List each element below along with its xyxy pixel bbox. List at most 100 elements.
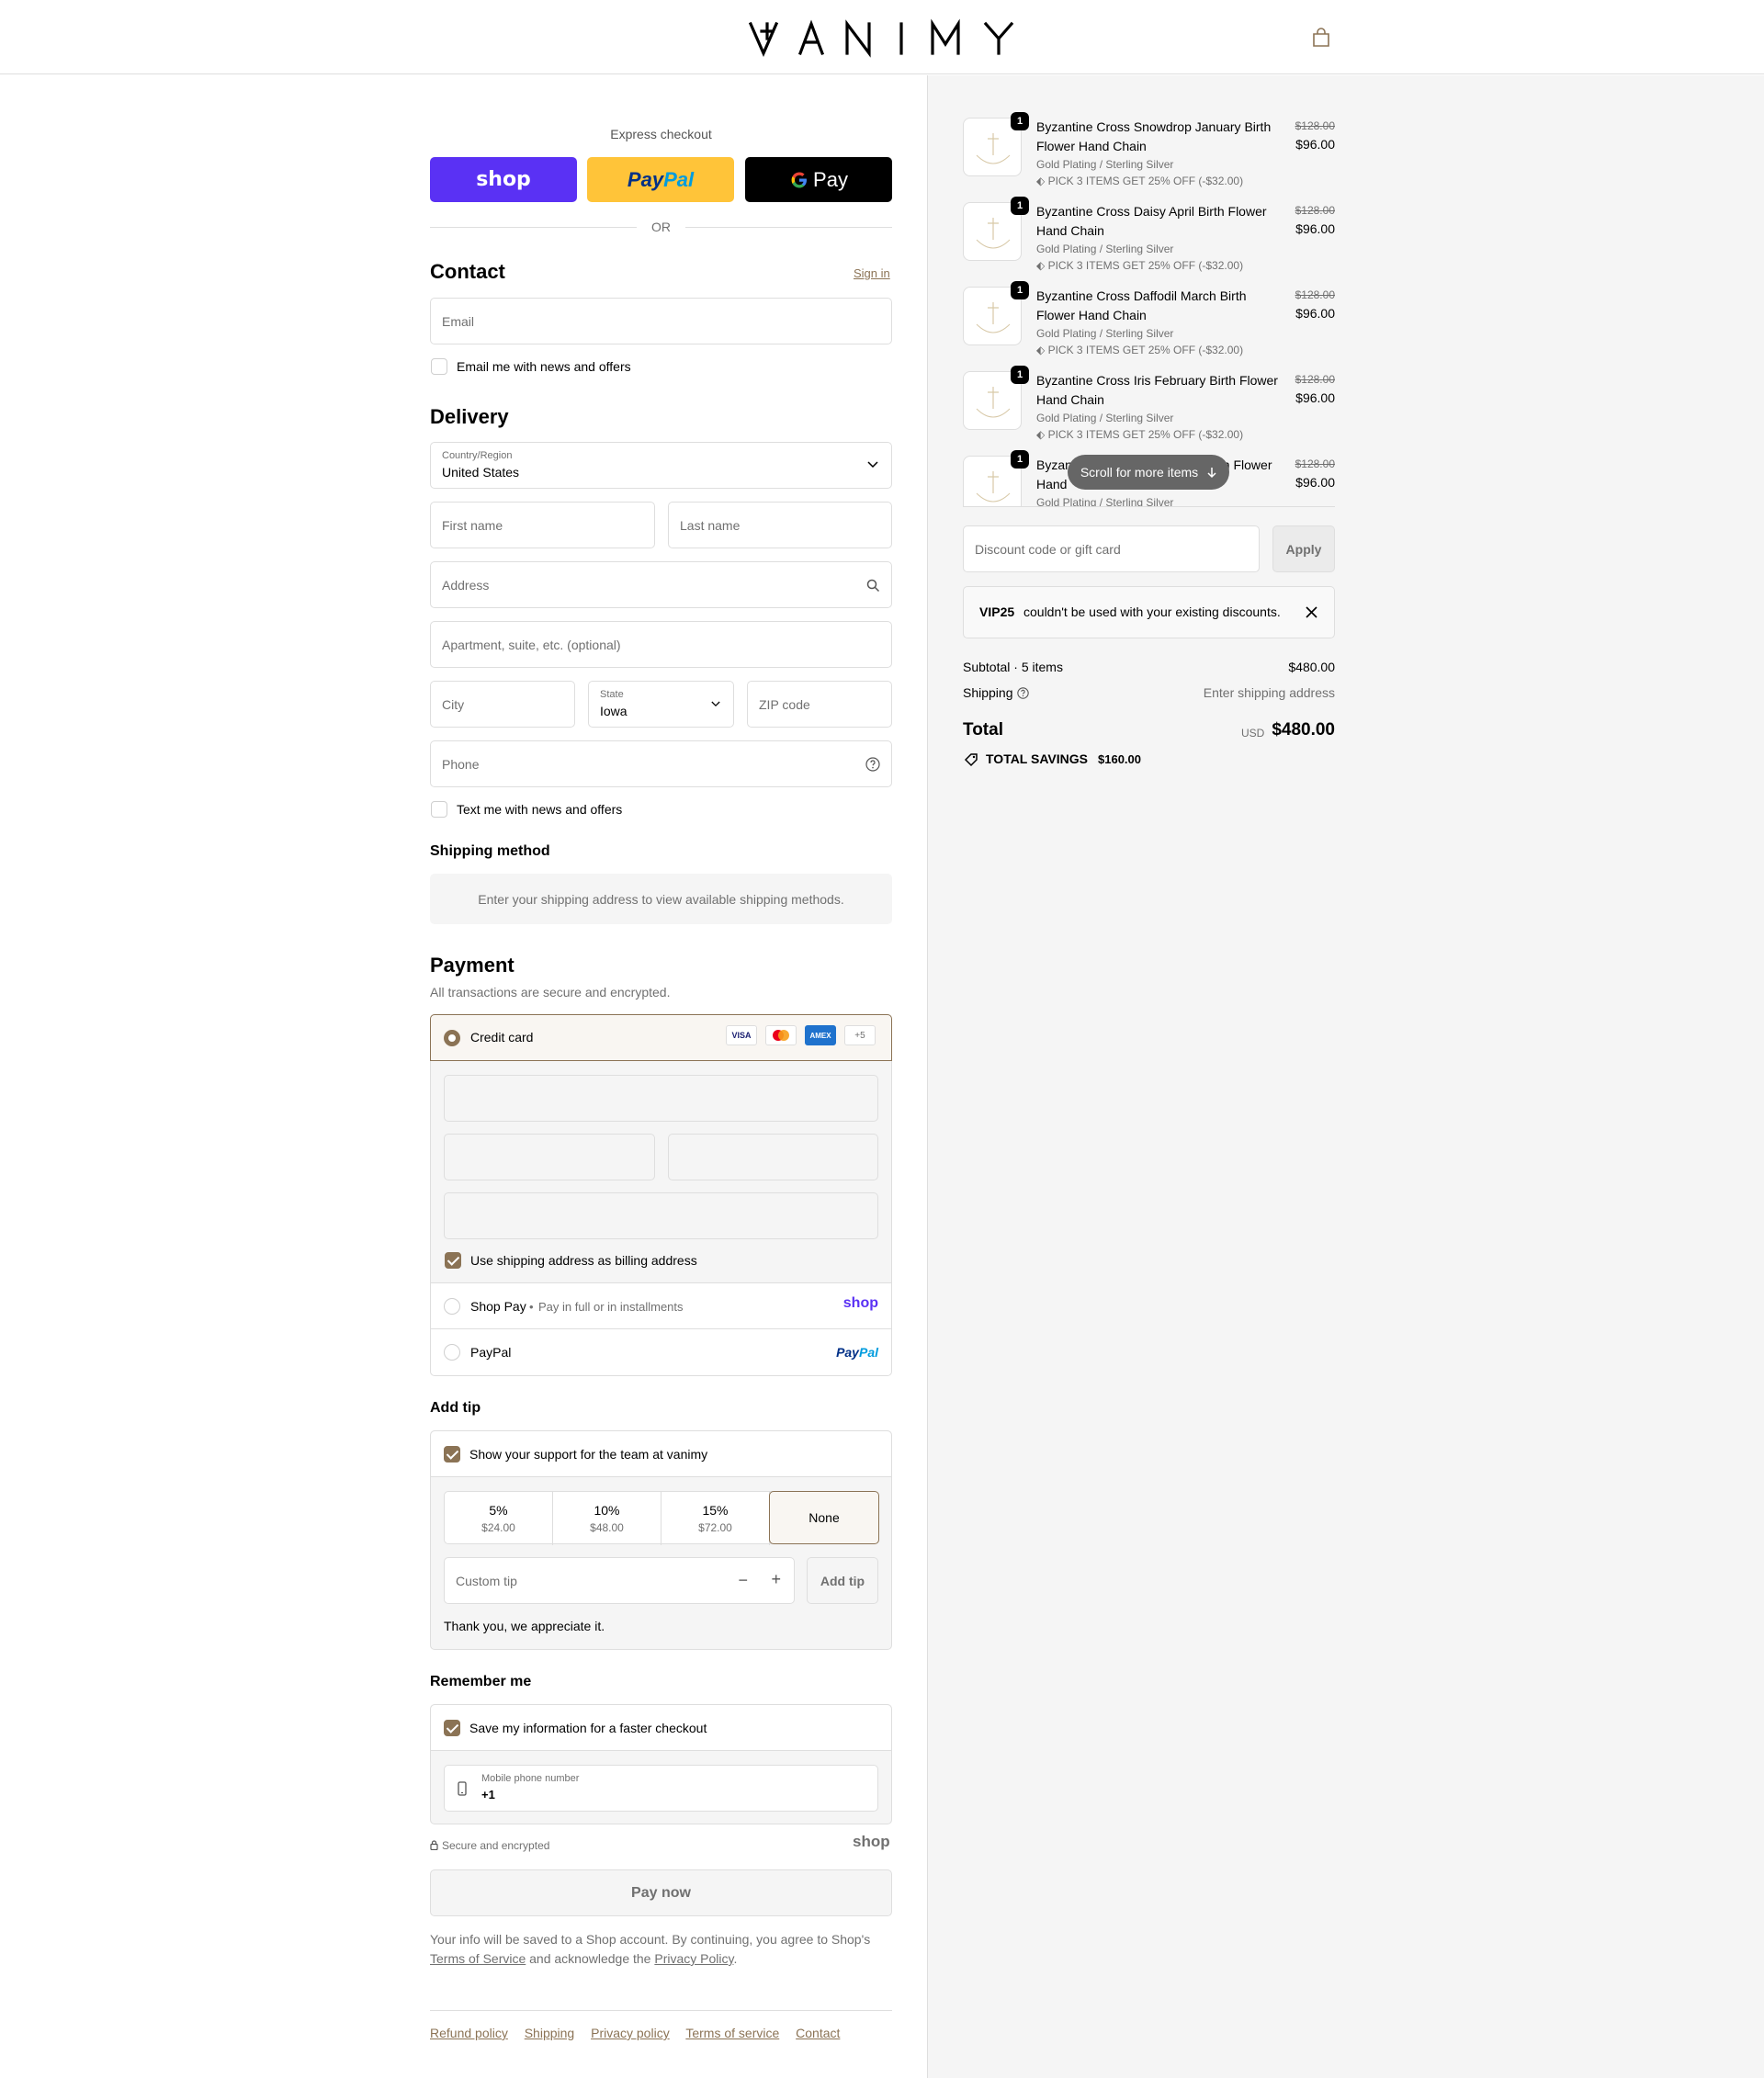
discount-placeholder: Discount code or gift card: [975, 541, 1121, 557]
email-news-checkbox[interactable]: [431, 358, 447, 375]
google-pay-express-button[interactable]: Pay: [745, 157, 892, 202]
email-placeholder: Email: [442, 313, 475, 329]
scroll-more-button[interactable]: Scroll for more items: [1068, 455, 1229, 490]
terms-of-service-link[interactable]: Terms of service: [685, 2026, 779, 2040]
last-name-field[interactable]: Last name: [668, 502, 892, 548]
cart-divider: [963, 506, 1335, 507]
tip-support-checkbox[interactable]: [444, 1446, 460, 1463]
billing-same-checkbox[interactable]: [445, 1252, 461, 1269]
custom-tip-field[interactable]: Custom tip − +: [444, 1557, 795, 1604]
refund-policy-link[interactable]: Refund policy: [430, 2026, 508, 2040]
discount-error-banner: VIP25 couldn't be used with your existin…: [963, 586, 1335, 638]
help-circle-icon[interactable]: [865, 757, 880, 772]
item-variant: Gold Plating / Sterling Silver: [1036, 327, 1174, 340]
last-name-placeholder: Last name: [680, 517, 741, 533]
cart-items-list[interactable]: 1 Byzantine Cross Snowdrop January Birth…: [956, 103, 1341, 507]
email-news-label: Email me with news and offers: [457, 359, 631, 374]
credit-card-option[interactable]: Credit card VISA AMEX +5: [430, 1014, 892, 1061]
pay-now-button[interactable]: Pay now: [430, 1869, 892, 1916]
credit-card-radio[interactable]: [444, 1030, 460, 1046]
paypal-radio[interactable]: [444, 1344, 460, 1361]
total-value: $480.00: [1272, 720, 1335, 740]
shop-pay-option[interactable]: Shop Pay • Pay in full or in installment…: [431, 1283, 891, 1329]
city-field[interactable]: City: [430, 681, 575, 728]
minus-icon[interactable]: −: [738, 1571, 748, 1590]
item-variant: Gold Plating / Sterling Silver: [1036, 243, 1174, 255]
state-select[interactable]: State Iowa: [588, 681, 734, 728]
tag-icon: ⬖: [1036, 428, 1048, 441]
card-number-field[interactable]: [444, 1075, 878, 1122]
card-details-panel: Use shipping address as billing address: [431, 1061, 891, 1283]
remember-row[interactable]: Save my information for a faster checkou…: [431, 1705, 891, 1751]
error-text: couldn't be used with your existing disc…: [1023, 604, 1281, 619]
tip-percent: 15%: [702, 1503, 729, 1518]
quantity-badge: 1: [1011, 450, 1029, 469]
terms-link[interactable]: Terms of Service: [430, 1951, 526, 1966]
header: [0, 0, 1764, 74]
country-select[interactable]: Country/Region United States: [430, 442, 892, 489]
shop-pay-radio[interactable]: [444, 1298, 460, 1315]
help-circle-icon[interactable]: [1017, 687, 1029, 699]
paypal-logo: PayPal: [627, 167, 695, 191]
item-price: $96.00: [1295, 390, 1335, 405]
subtotal-label: Subtotal · 5 items: [963, 660, 1063, 674]
discount-code-field[interactable]: Discount code or gift card: [963, 525, 1260, 572]
first-name-placeholder: First name: [442, 517, 503, 533]
save-info-label: Save my information for a faster checkou…: [469, 1721, 707, 1735]
zip-placeholder: ZIP code: [759, 696, 810, 712]
card-cvv-field[interactable]: [668, 1134, 878, 1180]
add-tip-label: Add tip: [820, 1573, 865, 1588]
paypal-option[interactable]: PayPal PayPal: [431, 1329, 891, 1375]
apply-label: Apply: [1285, 541, 1322, 557]
close-icon[interactable]: [1306, 606, 1317, 618]
tip-support-row[interactable]: Show your support for the team at vanimy: [431, 1431, 891, 1477]
contact-link[interactable]: Contact: [796, 2026, 840, 2040]
phone-field[interactable]: Phone: [430, 740, 892, 787]
shop-logo: shop: [842, 1295, 878, 1311]
item-old-price: $128.00: [1295, 288, 1335, 301]
more-cards-badge: +5: [844, 1025, 876, 1045]
plus-icon[interactable]: +: [771, 1570, 781, 1589]
tip-percent: 5%: [489, 1503, 508, 1518]
custom-tip-placeholder: Custom tip: [456, 1573, 517, 1588]
tip-option-none[interactable]: None: [769, 1491, 879, 1544]
apply-button[interactable]: Apply: [1272, 525, 1335, 572]
sign-in-link[interactable]: Sign in: [854, 266, 890, 280]
first-name-field[interactable]: First name: [430, 502, 655, 548]
tip-percent: 10%: [594, 1503, 620, 1518]
text-news-checkbox[interactable]: [431, 801, 447, 818]
pay-now-label: Pay now: [631, 1884, 691, 1901]
payment-heading: Payment: [430, 954, 514, 977]
quantity-badge: 1: [1011, 197, 1029, 215]
brand-logo[interactable]: [749, 17, 1017, 59]
privacy-policy-link[interactable]: Privacy policy: [591, 2026, 670, 2040]
shipping-value: Enter shipping address: [1203, 685, 1335, 700]
paypal-express-button[interactable]: PayPal: [587, 157, 734, 202]
tag-icon: ⬖: [1036, 175, 1048, 187]
shipping-link[interactable]: Shipping: [525, 2026, 575, 2040]
apartment-field[interactable]: Apartment, suite, etc. (optional): [430, 621, 892, 668]
tag-icon: ⬖: [1036, 344, 1048, 356]
legal-text: Your info will be saved to a Shop accoun…: [430, 1930, 892, 1969]
address-field[interactable]: Address: [430, 561, 892, 608]
mobile-phone-field[interactable]: Mobile phone number +1: [444, 1765, 878, 1812]
zip-field[interactable]: ZIP code: [747, 681, 892, 728]
privacy-link[interactable]: Privacy Policy: [654, 1951, 733, 1966]
add-tip-button[interactable]: Add tip: [807, 1557, 878, 1604]
tip-thanks: Thank you, we appreciate it.: [444, 1619, 605, 1633]
save-info-checkbox[interactable]: [444, 1720, 460, 1736]
email-field[interactable]: Email: [430, 298, 892, 344]
tip-option-15[interactable]: 15% $72.00: [662, 1492, 770, 1545]
cart-item: 1 Byzantine Cross Snowdrop January Birth…: [963, 112, 1335, 191]
card-expiry-field[interactable]: [444, 1134, 655, 1180]
state-label: State: [600, 689, 624, 700]
item-old-price: $128.00: [1295, 204, 1335, 217]
tip-option-5[interactable]: 5% $24.00: [445, 1492, 553, 1545]
card-name-field[interactable]: [444, 1192, 878, 1239]
bag-icon[interactable]: [1312, 28, 1330, 48]
search-icon: [866, 579, 880, 593]
shop-pay-sub: Pay in full or in installments: [538, 1300, 684, 1314]
error-code: VIP25: [979, 604, 1015, 619]
shop-pay-express-button[interactable]: shop: [430, 157, 577, 202]
tip-option-10[interactable]: 10% $48.00: [553, 1492, 662, 1545]
